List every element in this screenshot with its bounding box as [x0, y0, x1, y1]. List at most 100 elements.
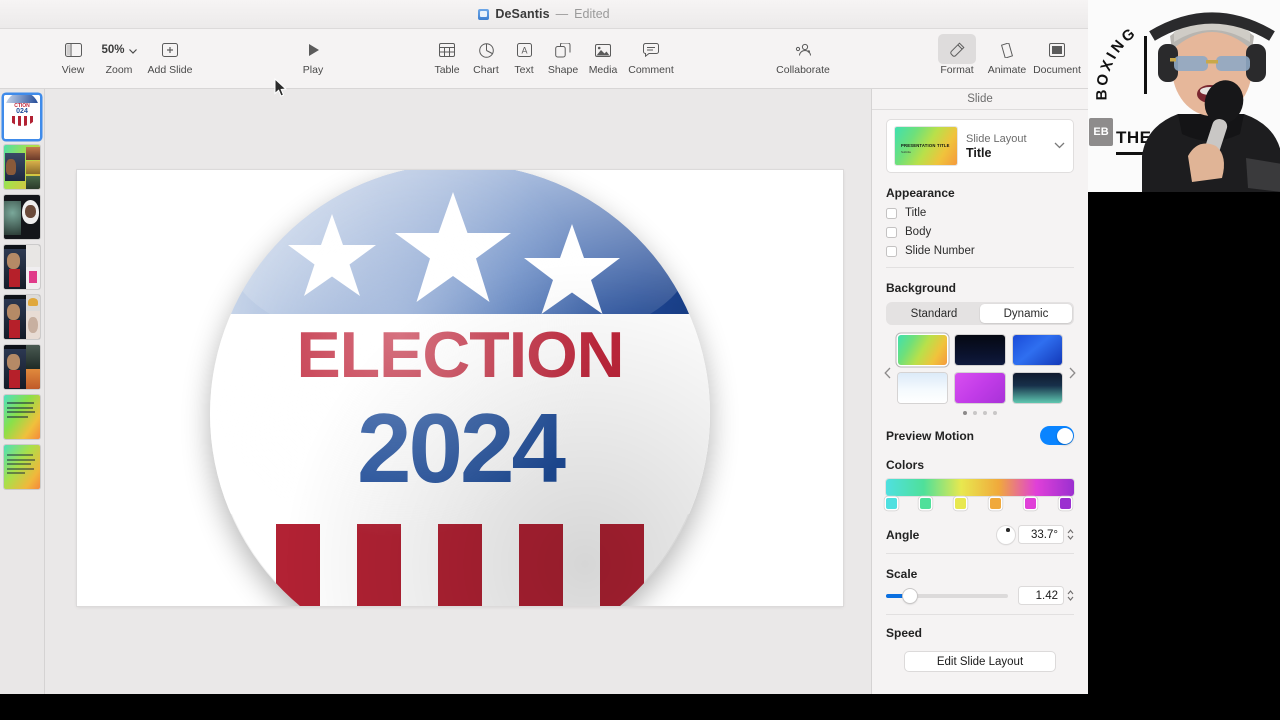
slide-thumb-4[interactable]	[4, 245, 40, 289]
badge-line-election: ELECTION	[296, 317, 624, 391]
toolbar-document-button[interactable]: Document	[1027, 37, 1087, 76]
edited-status: Edited	[574, 7, 610, 21]
background-mode-segmented[interactable]: Standard Dynamic	[886, 302, 1074, 325]
segment-standard[interactable]: Standard	[888, 304, 980, 323]
angle-dial[interactable]	[997, 525, 1015, 544]
layout-thumb-title: PRESENTATION TITLE	[901, 143, 950, 148]
angle-value[interactable]: 33.7°	[1018, 525, 1064, 544]
background-title: Background	[886, 281, 957, 295]
zoom-value: 50%	[101, 44, 125, 56]
scale-value[interactable]: 1.42	[1018, 586, 1064, 605]
slide-layout-caption: Slide Layout	[966, 132, 1027, 145]
chevron-down-icon[interactable]	[1054, 140, 1065, 152]
toolbar-animate-label: Animate	[987, 64, 1027, 76]
eb-badge[interactable]: EB	[1089, 118, 1113, 146]
toolbar: View 50% Zoom Add Slide Play Table Chart…	[0, 29, 1088, 89]
appearance-body-row[interactable]: Body	[886, 226, 1074, 238]
swatch-night-wave[interactable]	[1012, 373, 1062, 403]
chevron-right-icon[interactable]	[1069, 367, 1076, 382]
document-panel-icon	[1049, 37, 1065, 63]
speech-bubble-icon	[643, 37, 659, 63]
segment-dynamic[interactable]: Dynamic	[980, 304, 1072, 323]
swatch-green-orange[interactable]	[898, 335, 948, 365]
preview-motion-toggle[interactable]	[1040, 426, 1074, 445]
page-dot-4[interactable]	[993, 411, 997, 415]
slide-canvas[interactable]: ELECTION 2024	[45, 77, 871, 694]
swatch-blue[interactable]	[1012, 335, 1062, 365]
slide-thumb-3[interactable]	[4, 195, 40, 239]
chevron-left-icon[interactable]	[884, 367, 891, 382]
window-title: DeSantis	[495, 7, 550, 21]
paintbrush-icon	[949, 37, 965, 63]
toolbar-collaborate-button[interactable]: Collaborate	[773, 37, 833, 76]
toolbar-comment-button[interactable]: Comment	[621, 37, 681, 76]
badge-line-year: 2024	[356, 393, 566, 503]
toolbar-media-label: Media	[588, 64, 618, 76]
scale-slider[interactable]	[886, 588, 1008, 603]
angle-row: Angle 33.7°	[886, 525, 1074, 544]
color-stop-3[interactable]	[955, 498, 966, 509]
slide-thumb-5[interactable]	[4, 295, 40, 339]
pie-chart-icon	[478, 37, 494, 63]
toolbar-play-button[interactable]: Play	[283, 37, 343, 76]
slide-thumb-2[interactable]	[4, 145, 40, 189]
page-dot-3[interactable]	[983, 411, 987, 415]
checkbox-title-label: Title	[905, 207, 927, 219]
slide-thumb-1[interactable]: CTION 024	[4, 95, 40, 139]
svg-text:A: A	[521, 46, 527, 56]
background-swatch-picker[interactable]	[884, 335, 1076, 415]
collaborate-person-icon	[794, 37, 812, 63]
toolbar-collaborate-label: Collaborate	[776, 64, 830, 76]
preview-motion-label: Preview Motion	[886, 428, 975, 443]
webcam-person	[1142, 12, 1280, 192]
appearance-title: Appearance	[886, 186, 955, 200]
appearance-slide-number-row[interactable]: Slide Number	[886, 245, 1074, 257]
slide-layout-card[interactable]: PRESENTATION TITLE Subtitle Slide Layout…	[886, 119, 1074, 173]
colors-title: Colors	[886, 458, 925, 472]
colors-gradient-bar[interactable]	[886, 479, 1074, 496]
toolbar-add-slide-button[interactable]: Add Slide	[140, 37, 200, 76]
slide-navigator[interactable]: CTION 024	[0, 89, 45, 694]
sidebar-icon	[64, 37, 82, 63]
checkbox-slide-number[interactable]	[886, 245, 897, 257]
slide-layout-thumbnail: PRESENTATION TITLE Subtitle	[895, 127, 957, 165]
toolbar-document-label: Document	[1033, 64, 1081, 76]
swatch-magenta[interactable]	[955, 373, 1005, 403]
current-slide[interactable]: ELECTION 2024	[77, 170, 843, 606]
keynote-window: DeSantis — Edited View 50% Zoom Add Slid…	[0, 0, 1088, 694]
page-dot-1[interactable]	[963, 411, 967, 415]
scale-label: Scale	[886, 567, 918, 581]
stripe-1	[276, 524, 320, 606]
toolbar-add-slide-label: Add Slide	[147, 64, 193, 76]
stripe-2	[357, 524, 401, 606]
scale-stepper[interactable]	[1067, 590, 1074, 601]
swatch-page-dots	[898, 411, 1062, 415]
page-dot-2[interactable]	[973, 411, 977, 415]
angle-label: Angle	[886, 527, 920, 542]
color-stop-6[interactable]	[1060, 498, 1071, 509]
slide-thumb-8[interactable]	[4, 445, 40, 489]
color-stop-5[interactable]	[1025, 498, 1036, 509]
slide-thumb-6[interactable]	[4, 345, 40, 389]
swatch-dark-navy[interactable]	[955, 335, 1005, 365]
toolbar-comment-label: Comment	[628, 64, 674, 76]
color-stop-4[interactable]	[990, 498, 1001, 509]
table-grid-icon	[439, 37, 455, 63]
plus-box-icon	[162, 37, 178, 63]
swatch-pale-blue[interactable]	[898, 373, 948, 403]
color-stop-1[interactable]	[886, 498, 897, 509]
edit-slide-layout-button[interactable]: Edit Slide Layout	[904, 651, 1056, 672]
toolbar-zoom-label: Zoom	[105, 64, 133, 76]
checkbox-title[interactable]	[886, 207, 897, 219]
scale-row: 1.42	[886, 586, 1074, 605]
color-stops	[886, 498, 1074, 511]
color-stop-2[interactable]	[920, 498, 931, 509]
appearance-title-row[interactable]: Title	[886, 207, 1074, 219]
layout-thumb-subtitle: Subtitle	[901, 150, 912, 154]
checkbox-body[interactable]	[886, 226, 897, 238]
badge-stripes	[210, 524, 710, 606]
slide-thumb-7[interactable]	[4, 395, 40, 439]
angle-stepper[interactable]	[1067, 529, 1074, 540]
svg-text:BOXING: BOXING	[1094, 23, 1141, 100]
letterbox-bottom	[0, 694, 1088, 720]
